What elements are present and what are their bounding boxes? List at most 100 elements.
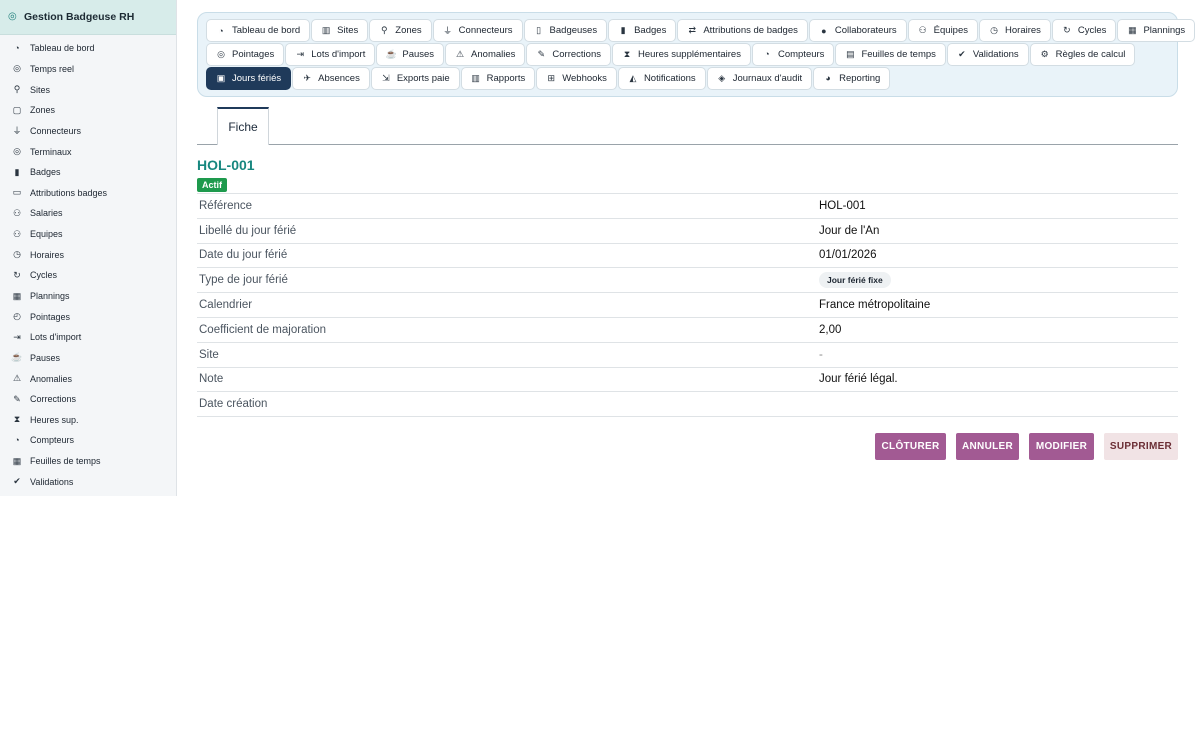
sidebar-item-validations[interactable]: ✔ Validations (0, 471, 176, 492)
sidebar-item-pointages[interactable]: ◴ Pointages (0, 306, 176, 327)
users-icon: ⚇ (12, 207, 22, 218)
exchange-icon: ⇄ (688, 25, 697, 35)
tab-validations[interactable]: ✔ Validations (946, 42, 1029, 66)
tab-zones[interactable]: ⚲ Zones (369, 19, 432, 42)
sidebar-item-cycles[interactable]: ↻ Cycles (0, 265, 176, 286)
tab-cycles[interactable]: ↻ Cycles (1051, 19, 1117, 42)
detail-row: Date création (197, 392, 1178, 418)
tab-webhooks[interactable]: ⊞ Webhooks (536, 66, 617, 90)
field-value: - (819, 348, 823, 361)
field-label: Calendrier (199, 299, 253, 312)
tab-plannings[interactable]: ▦ Plannings (1117, 19, 1196, 42)
sidebar-item-regles-de-calcul[interactable]: ▤Regles de calcul (0, 492, 176, 496)
table-icon: ▤ (846, 48, 855, 59)
sidebar-item-connecteurs[interactable]: ⏚ Connecteurs (0, 121, 176, 142)
coffee-icon: ☕ (385, 48, 397, 59)
sidebar-item-salaries[interactable]: ⚇ Salaries (0, 203, 176, 224)
sidebar-item-compteurs[interactable]: ◔ Compteurs (0, 430, 176, 451)
tab-feuilles-de-temps[interactable]: ▤ Feuilles de temps (835, 42, 946, 66)
sidebar-item-horaires[interactable]: ◷ Horaires (0, 244, 176, 265)
tab-badgeuses[interactable]: ▯ Badgeuses (523, 19, 608, 42)
sidebar-item-equipes[interactable]: ⚇ Equipes (0, 224, 176, 245)
tab-heures-supplementaires[interactable]: ⧗ Heures supplémentaires (611, 42, 751, 66)
gauge-icon: ◔ (218, 25, 224, 36)
type-badge: Jour férié fixe (819, 272, 891, 289)
tab-label: Webhooks (562, 72, 607, 84)
detail-row: Site - (197, 343, 1178, 368)
shield-icon: ◈ (718, 72, 726, 83)
tab-collaborateurs[interactable]: ● Collaborateurs (808, 19, 907, 42)
tab-notifications[interactable]: ◭ Notifications (617, 66, 706, 90)
tab-attributions-de-badges[interactable]: ⇄ Attributions de badges (677, 19, 808, 42)
sidebar-item-label: Pauses (30, 352, 61, 363)
clock-icon: ◷ (990, 25, 998, 35)
sidebar-item-label: Corrections (30, 394, 77, 405)
tab-connecteurs[interactable]: ⏚ Connecteurs (432, 19, 523, 42)
tab-equipes[interactable]: ⚇ Équipes (907, 19, 979, 42)
sidebar-item-lots-d-import[interactable]: ⇥ Lots d'import (0, 327, 176, 348)
sidebar-item-zones[interactable]: ▢ Zones (0, 100, 176, 121)
tab-tableau-de-bord[interactable]: ◔ Tableau de bord (206, 19, 311, 42)
sidebar-item-label: Tableau de bord (30, 43, 95, 54)
sidebar-item-label: Terminaux (30, 146, 72, 157)
field-label: Note (199, 373, 224, 386)
app-brand[interactable]: ◎ Gestion Badgeuse RH (0, 0, 176, 35)
detail-row: Calendrier France métropolitaine (197, 293, 1178, 318)
sidebar-item-plannings[interactable]: ▦ Plannings (0, 286, 176, 307)
tab-sites[interactable]: ▥ Sites (311, 19, 369, 42)
double-check-icon: ✔ (13, 476, 21, 487)
sidebar-item-corrections[interactable]: ✎ Corrections (0, 389, 176, 410)
close-button[interactable]: CLÔTURER (875, 433, 946, 460)
sidebar-item-label: Compteurs (30, 435, 75, 446)
sidebar-item-pauses[interactable]: ☕ Pauses (0, 348, 176, 369)
pie-chart-icon: ◕ (825, 73, 831, 84)
status-badge: Actif (197, 178, 227, 192)
tab-absences[interactable]: ✈ Absences (292, 66, 370, 90)
plug-icon: ⏚ (12, 126, 22, 137)
tab-regles-de-calcul[interactable]: ⚙ Règles de calcul (1029, 42, 1136, 66)
calendar-check-icon: ▦ (12, 455, 22, 466)
tab-corrections[interactable]: ✎ Corrections (526, 42, 611, 66)
tab-rapports[interactable]: ▥ Rapports (460, 66, 536, 90)
tab-lots-d-import[interactable]: ⇥ Lots d'import (285, 42, 376, 66)
network-icon: ⊞ (547, 72, 555, 83)
sidebar-item-temps-reel[interactable]: ◎ Temps reel (0, 59, 176, 80)
field-label: Coefficient de majoration (199, 323, 326, 336)
sidebar-item-label: Feuilles de temps (30, 456, 101, 467)
tab-pointages[interactable]: ◎ Pointages (206, 42, 285, 66)
field-label: Date création (199, 398, 268, 411)
sidebar-item-tableau-de-bord[interactable]: ◔ Tableau de bord (0, 38, 176, 59)
tab-jours-feries[interactable]: ▣ Jours fériés (206, 66, 292, 90)
tab-label: Badges (634, 25, 667, 36)
tab-pauses[interactable]: ☕ Pauses (376, 42, 445, 66)
sidebar-item-feuilles-de-temps[interactable]: ▦ Feuilles de temps (0, 451, 176, 472)
tab-badges[interactable]: ▮ Badges (608, 19, 677, 42)
detail-row: Note Jour férié légal. (197, 368, 1178, 393)
plug-icon: ⏚ (443, 26, 453, 36)
building-icon: ▥ (321, 25, 331, 35)
field-value: France métropolitaine (819, 299, 931, 312)
sidebar-item-anomalies[interactable]: ⚠ Anomalies (0, 368, 176, 389)
sidebar-item-badges[interactable]: ▮ Badges (0, 162, 176, 183)
sidebar-item-sites[interactable]: ⚲ Sites (0, 79, 176, 100)
tab-horaires[interactable]: ◷ Horaires (979, 19, 1051, 42)
sidebar-item-heures-sup-[interactable]: ⧗ Heures sup. (0, 410, 176, 431)
detail-row: Coefficient de majoration 2,00 (197, 318, 1178, 343)
sidebar-item-terminaux[interactable]: ◎ Terminaux (0, 141, 176, 162)
field-label: Type de jour férié (199, 274, 288, 287)
map-pin-icon: ⚲ (380, 25, 388, 35)
tab-label: Validations (972, 48, 1019, 60)
tab-anomalies[interactable]: ⚠ Anomalies (445, 42, 526, 66)
terminal-icon: ◎ (13, 146, 21, 157)
tab-label: Notifications (643, 72, 696, 84)
tab-fiche[interactable]: Fiche (217, 107, 269, 145)
tab-label: Plannings (1143, 25, 1186, 36)
tab-compteurs[interactable]: ◔ Compteurs (751, 42, 835, 66)
tab-reporting[interactable]: ◕ Reporting (813, 66, 891, 90)
cancel-button[interactable]: ANNULER (956, 433, 1019, 460)
delete-button[interactable]: SUPPRIMER (1104, 433, 1178, 460)
tab-exports-paie[interactable]: ⇲ Exports paie (370, 66, 460, 90)
edit-button[interactable]: MODIFIER (1029, 433, 1094, 460)
sidebar-item-attributions-badges[interactable]: ▭ Attributions badges (0, 182, 176, 203)
tab-journaux-d-audit[interactable]: ◈ Journaux d'audit (706, 66, 813, 90)
